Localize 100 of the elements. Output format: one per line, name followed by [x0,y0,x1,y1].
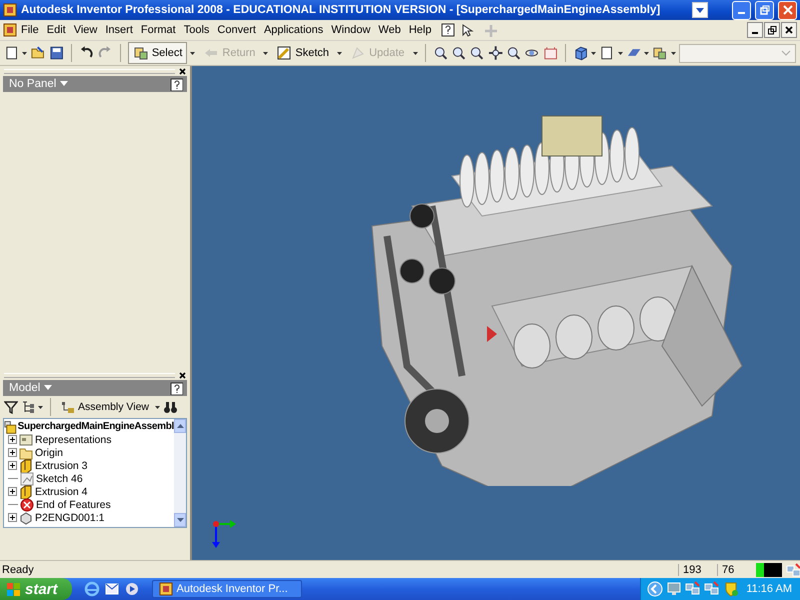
close-button[interactable] [179,372,186,378]
select-icon [132,45,149,61]
zoom-window-icon[interactable] [469,45,485,61]
caret-icon[interactable] [263,50,268,56]
tree-item[interactable]: Extrusion 4 [35,486,88,498]
app-icon[interactable] [3,3,17,17]
expand-toggle[interactable] [8,513,17,522]
folder-icon [19,446,33,460]
window-title: Autodesk Inventor Professional 2008 - EDUCATIONAL INSTITUTION VERSION - [SuperchargedMainEngineAssembly] [21,4,662,16]
menu-item[interactable]: View [70,24,102,36]
caret-icon[interactable] [22,50,28,56]
caret-icon[interactable] [591,50,596,56]
menu-item[interactable]: Tools [180,24,214,36]
pan-icon[interactable] [488,45,504,61]
caret-icon[interactable] [412,50,418,56]
sketch-icon [276,45,292,61]
minimize-icon [752,32,758,34]
expand-toggle[interactable] [8,448,17,457]
stop-icon [20,498,34,512]
filter-icon[interactable] [4,400,18,414]
sketch-icon [20,472,34,486]
tree-item[interactable]: End of Features [36,498,111,510]
media-player-icon[interactable] [124,581,140,597]
save-icon[interactable] [48,45,64,61]
network-icon[interactable] [685,581,702,597]
expand-toggle[interactable] [8,461,17,470]
zoom-icon[interactable] [450,45,466,61]
tree-item[interactable]: Sketch 46 [36,472,83,484]
close-icon [785,26,793,34]
close-button[interactable] [179,68,186,74]
network-icon[interactable] [704,581,720,597]
caret-icon[interactable] [38,404,43,410]
mail-icon[interactable] [104,581,120,597]
expand-toggle[interactable] [8,435,17,444]
view-dropdown[interactable]: Assembly View [58,398,152,416]
status-value: 193 [678,564,717,576]
representations-icon [19,432,33,446]
extrusion-icon [19,484,33,498]
taskbar-button[interactable]: Autodesk Inventor Pr... [152,580,302,598]
caret-icon[interactable] [337,50,342,56]
scrollbar[interactable] [174,419,186,527]
close-button[interactable] [781,22,797,38]
layers-icon[interactable] [652,45,668,61]
menu-item[interactable]: Format [136,24,180,36]
scroll-up-icon[interactable] [176,424,184,428]
menu-item[interactable]: Applications [260,24,328,36]
pencil-icon [350,45,366,61]
toolbar-button[interactable]: Select [128,42,188,64]
assembly-icon [61,400,75,414]
caret-icon[interactable] [644,50,650,56]
minimize-button[interactable] [747,22,763,38]
caret-icon[interactable] [670,50,676,56]
menu-item[interactable]: Help [404,24,436,36]
menu-item[interactable]: File [17,24,43,36]
zoom-all-icon[interactable] [432,45,448,61]
restore-button[interactable] [764,22,780,38]
chevron-icon [781,50,791,56]
menu-item[interactable]: Convert [213,24,260,36]
look-at-icon[interactable] [542,45,558,61]
help-icon[interactable] [170,382,183,394]
menu-item[interactable]: Insert [101,24,137,36]
new-document-icon[interactable] [4,45,20,61]
windows-logo-icon [6,582,21,596]
app-icon [158,582,173,596]
tree-item[interactable]: Origin [35,446,64,458]
menu-item[interactable]: Web [374,24,405,36]
zoom-selected-icon[interactable] [506,45,522,61]
menu-item[interactable]: Window [327,24,374,36]
chevron-icon[interactable] [647,581,664,597]
browser-icon[interactable] [84,581,100,597]
help-icon[interactable] [441,23,456,37]
restore-icon [760,5,770,15]
minimize-icon [738,12,745,14]
menu-item[interactable]: Edit [42,24,70,36]
tree-item[interactable]: Extrusion 3 [35,460,88,472]
app-icon[interactable] [3,23,17,37]
part-icon [19,510,33,524]
expand-toggle[interactable] [8,487,17,496]
clock: 11:16 AM [746,583,792,595]
status-text: Ready [2,564,35,576]
caret-icon [696,6,704,14]
scroll-down-icon[interactable] [176,518,184,522]
caret-icon[interactable] [618,50,623,56]
close-icon [782,5,792,15]
help-icon[interactable] [170,78,183,90]
tree-item[interactable]: SuperchargedMainEngineAssembl [18,421,174,432]
binoculars-icon[interactable] [163,400,177,414]
assembly-icon [4,420,17,434]
caret-icon[interactable] [190,50,196,56]
dropdown-field[interactable] [678,44,796,62]
caret-icon[interactable] [155,404,160,410]
dropdown-icon[interactable] [692,2,708,18]
open-icon[interactable] [30,45,46,61]
tree-item[interactable]: Representations [35,434,112,446]
tree-item[interactable]: P2ENGD001:1 [35,512,104,524]
monitor-icon[interactable] [666,581,682,597]
restore-icon [768,26,776,34]
toolbar-button[interactable]: Sketch [271,42,334,64]
tree-icon[interactable] [21,400,35,414]
extrusion-icon [19,458,33,472]
